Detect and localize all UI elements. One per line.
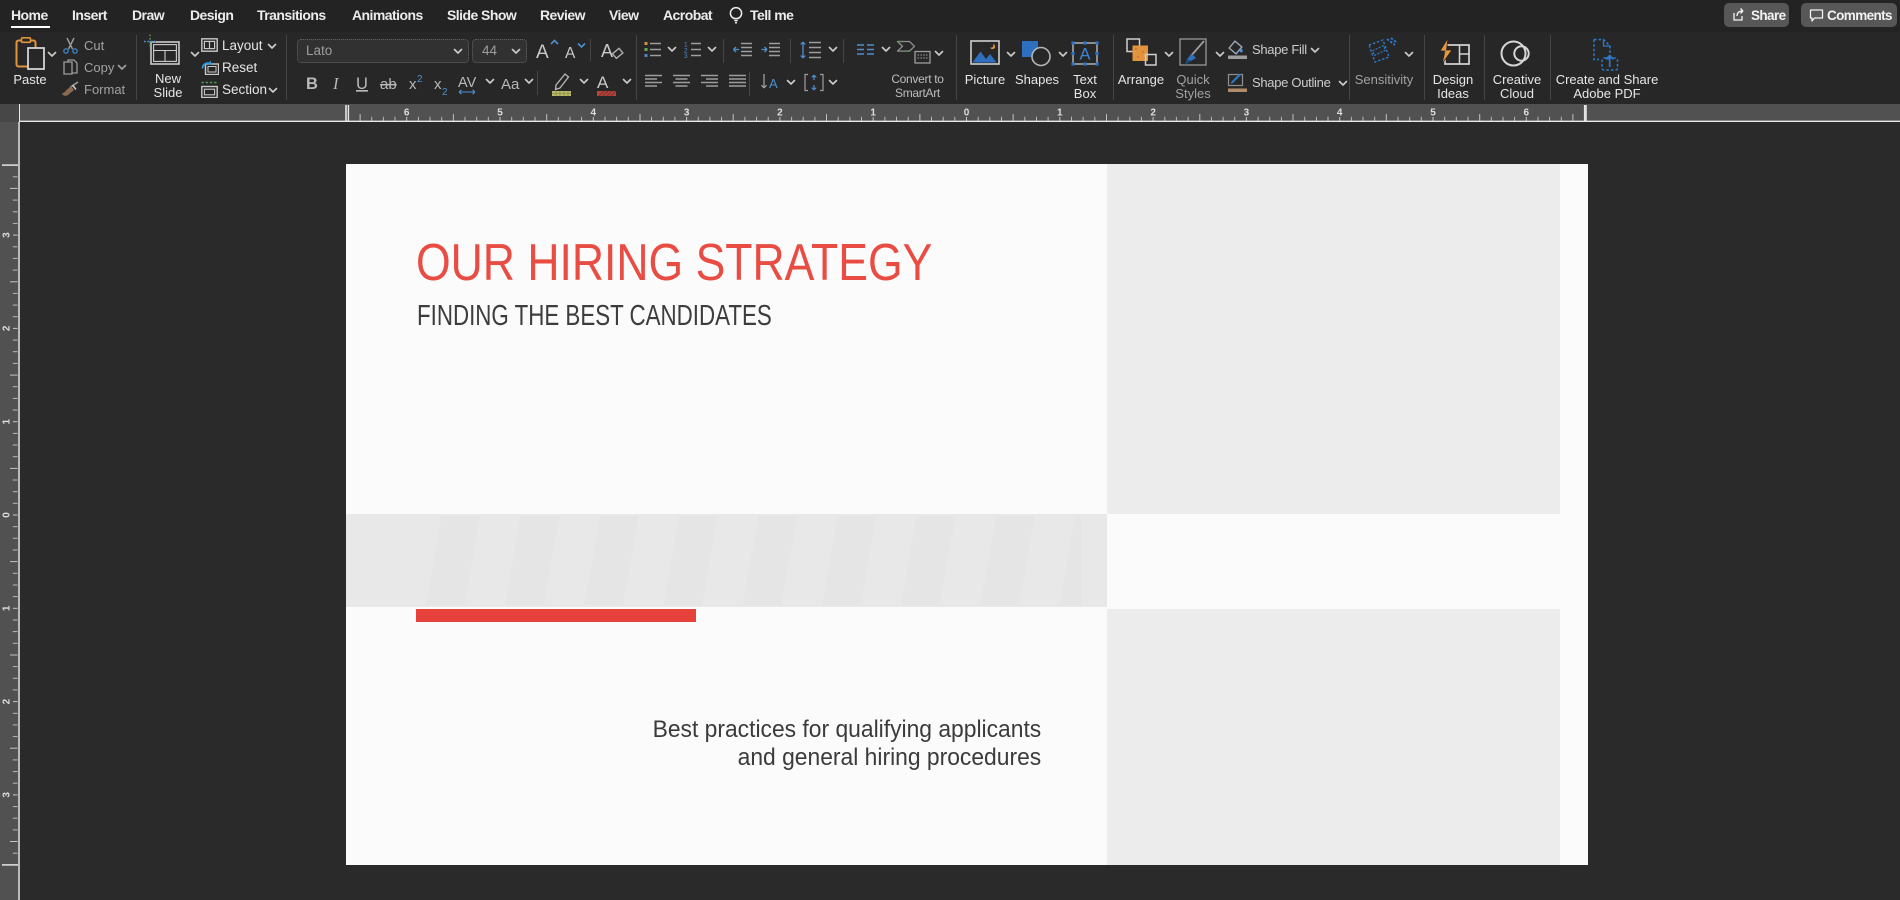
svg-text:4: 4 [591,108,597,119]
svg-text:1: 1 [1057,108,1063,119]
svg-text:AV: AV [458,75,477,91]
svg-text:0: 0 [964,108,970,119]
svg-text:2: 2 [777,108,783,119]
svg-text:2: 2 [2,698,13,704]
svg-text:3: 3 [684,53,688,58]
svg-text:A: A [769,76,778,91]
svg-text:3: 3 [2,232,13,238]
svg-text:A: A [597,73,609,92]
svg-text:6: 6 [404,108,410,119]
svg-text:2: 2 [417,74,423,85]
svg-text:I: I [332,74,340,93]
svg-text:5: 5 [497,108,503,119]
svg-text:x: x [434,76,442,93]
svg-text:3: 3 [684,108,690,119]
svg-text:1: 1 [2,418,13,424]
svg-text:A: A [565,45,576,62]
svg-text:ab: ab [380,76,397,93]
svg-text:1: 1 [2,605,13,611]
svg-text:3: 3 [2,792,13,798]
svg-text:U: U [356,75,368,93]
svg-text:4: 4 [1337,108,1343,119]
svg-text:5: 5 [1430,108,1436,119]
svg-text:B: B [306,75,318,93]
svg-text:0: 0 [2,512,13,518]
svg-text:2: 2 [2,325,13,331]
svg-text:2: 2 [442,87,448,97]
svg-text:A: A [1080,46,1091,64]
svg-text:Aa: Aa [501,76,520,93]
svg-text:A: A [601,41,613,61]
svg-text:1: 1 [870,108,876,119]
svg-text:x: x [409,76,417,93]
svg-text:2: 2 [1150,108,1156,119]
svg-text:A: A [536,42,549,62]
svg-text:6: 6 [1524,108,1530,119]
svg-text:3: 3 [1244,108,1250,119]
